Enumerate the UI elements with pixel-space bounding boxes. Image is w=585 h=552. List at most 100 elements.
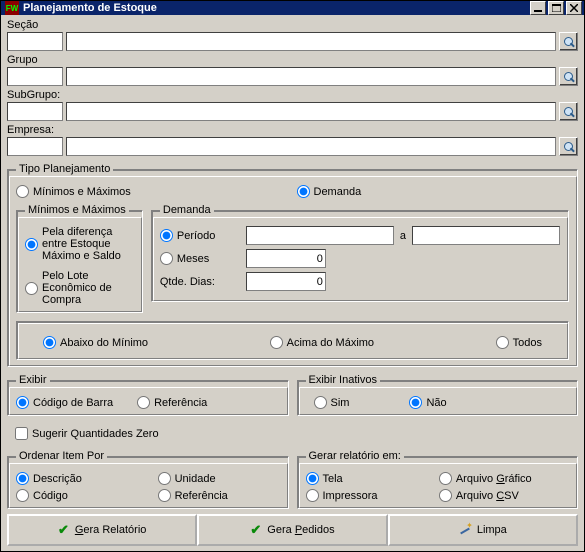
periodo-de-input[interactable] bbox=[246, 226, 394, 245]
radio-label: Arquivo Gráfico bbox=[456, 473, 532, 485]
tipo-planejamento-fieldset: Tipo Planejamento Mínimos e Máximos Dema… bbox=[7, 163, 578, 367]
button-bar: ✔ Gera Relatório ✔ Gera Pedidos Limpa bbox=[7, 514, 578, 546]
limpa-button[interactable]: Limpa bbox=[388, 514, 578, 546]
inativos-legend: Exibir Inativos bbox=[306, 374, 380, 386]
wand-icon bbox=[459, 524, 471, 536]
subgrupo-group: SubGrupo: bbox=[7, 89, 578, 121]
secao-search-button[interactable] bbox=[559, 32, 578, 51]
search-icon bbox=[563, 71, 575, 83]
exibir-legend: Exibir bbox=[16, 374, 50, 386]
minmax-lote-radio[interactable]: Pelo Lote Econômico de Compra bbox=[25, 270, 134, 306]
checkbox-label: Sugerir Quantidades Zero bbox=[32, 428, 159, 440]
secao-desc-input[interactable] bbox=[66, 32, 556, 51]
ordenar-referencia-radio[interactable]: Referência bbox=[158, 489, 280, 502]
ordenar-legend: Ordenar Item Por bbox=[16, 450, 107, 462]
filtro-nivel-fieldset: Abaixo do Mínimo Acima do Máximo Todos bbox=[16, 321, 569, 360]
radio-label: Impressora bbox=[323, 490, 378, 502]
window: FW Planejamento de Estoque Seção Grupo bbox=[0, 0, 585, 552]
radio-label: Sim bbox=[331, 397, 350, 409]
radio-label: Meses bbox=[177, 253, 209, 265]
titlebar: FW Planejamento de Estoque bbox=[1, 1, 584, 15]
grupo-code-input[interactable] bbox=[7, 67, 63, 86]
tipo-legend: Tipo Planejamento bbox=[16, 163, 113, 175]
demanda-fieldset: Demanda Período a Meses bbox=[151, 204, 569, 302]
radio-label: Não bbox=[426, 397, 446, 409]
empresa-label: Empresa: bbox=[7, 124, 578, 136]
grupo-label: Grupo bbox=[7, 54, 578, 66]
demanda-legend: Demanda bbox=[160, 204, 214, 216]
client-area: Seção Grupo SubGrupo: bbox=[1, 15, 584, 552]
radio-label: Arquivo CSV bbox=[456, 490, 519, 502]
acima-maximo-radio[interactable]: Acima do Máximo bbox=[270, 336, 374, 349]
empresa-search-button[interactable] bbox=[559, 137, 578, 156]
ordenar-descricao-radio[interactable]: Descrição bbox=[16, 472, 134, 485]
gerar-relatorio-fieldset: Gerar relatório em: Tela Arquivo Gráfico… bbox=[297, 450, 579, 509]
gera-relatorio-button[interactable]: ✔ Gera Relatório bbox=[7, 514, 197, 546]
minmax-legend: Mínimos e Máximos bbox=[25, 204, 129, 216]
inativos-sim-radio[interactable]: Sim bbox=[314, 396, 350, 409]
secao-group: Seção bbox=[7, 19, 578, 51]
radio-label: Pela diferença entre Estoque Máximo e Sa… bbox=[42, 226, 134, 262]
ordenar-fieldset: Ordenar Item Por Descrição Unidade Códig… bbox=[7, 450, 289, 509]
exibir-referencia-radio[interactable]: Referência bbox=[137, 396, 207, 409]
minimize-button[interactable] bbox=[530, 1, 546, 15]
sugerir-zero-checkbox[interactable]: Sugerir Quantidades Zero bbox=[15, 427, 159, 440]
gerar-grafico-radio[interactable]: Arquivo Gráfico bbox=[439, 472, 569, 485]
radio-label: Unidade bbox=[175, 473, 216, 485]
close-button[interactable] bbox=[566, 1, 582, 15]
app-icon: FW bbox=[5, 1, 19, 15]
secao-label: Seção bbox=[7, 19, 578, 31]
check-icon: ✔ bbox=[58, 522, 69, 538]
check-icon: ✔ bbox=[250, 522, 261, 538]
radio-label: Abaixo do Mínimo bbox=[60, 337, 148, 349]
minmax-fieldset: Mínimos e Máximos Pela diferença entre E… bbox=[16, 204, 143, 313]
meses-input[interactable] bbox=[246, 249, 326, 268]
gera-pedidos-button[interactable]: ✔ Gera Pedidos bbox=[197, 514, 387, 546]
search-icon bbox=[563, 141, 575, 153]
gerar-legend: Gerar relatório em: bbox=[306, 450, 404, 462]
gerar-csv-radio[interactable]: Arquivo CSV bbox=[439, 489, 569, 502]
inativos-nao-radio[interactable]: Não bbox=[409, 396, 446, 409]
exibir-inativos-fieldset: Exibir Inativos Sim Não bbox=[297, 374, 579, 416]
empresa-desc-input[interactable] bbox=[66, 137, 556, 156]
subgrupo-label: SubGrupo: bbox=[7, 89, 578, 101]
radio-label: Descrição bbox=[33, 473, 82, 485]
radio-label: Referência bbox=[175, 490, 228, 502]
radio-label: Código bbox=[33, 490, 68, 502]
minmax-diferenca-radio[interactable]: Pela diferença entre Estoque Máximo e Sa… bbox=[25, 226, 134, 262]
maximize-button[interactable] bbox=[548, 1, 564, 15]
radio-label: Código de Barra bbox=[33, 397, 113, 409]
periodo-ate-input[interactable] bbox=[412, 226, 560, 245]
subgrupo-code-input[interactable] bbox=[7, 102, 63, 121]
grupo-group: Grupo bbox=[7, 54, 578, 86]
radio-label: Mínimos e Máximos bbox=[33, 186, 131, 198]
exibir-codigo-barra-radio[interactable]: Código de Barra bbox=[16, 396, 113, 409]
abaixo-minimo-radio[interactable]: Abaixo do Mínimo bbox=[43, 336, 148, 349]
qtde-dias-input[interactable] bbox=[246, 272, 326, 291]
ordenar-unidade-radio[interactable]: Unidade bbox=[158, 472, 280, 485]
radio-label: Acima do Máximo bbox=[287, 337, 374, 349]
ordenar-codigo-radio[interactable]: Código bbox=[16, 489, 134, 502]
radio-label: Todos bbox=[513, 337, 542, 349]
tipo-demanda-radio[interactable]: Demanda bbox=[297, 185, 570, 198]
gerar-tela-radio[interactable]: Tela bbox=[306, 472, 415, 485]
radio-label: Pelo Lote Econômico de Compra bbox=[42, 270, 134, 306]
empresa-group: Empresa: bbox=[7, 124, 578, 156]
gerar-impressora-radio[interactable]: Impressora bbox=[306, 489, 415, 502]
empresa-code-input[interactable] bbox=[7, 137, 63, 156]
exibir-fieldset: Exibir Código de Barra Referência bbox=[7, 374, 289, 416]
subgrupo-desc-input[interactable] bbox=[66, 102, 556, 121]
demanda-periodo-radio[interactable]: Período bbox=[160, 229, 240, 242]
search-icon bbox=[563, 106, 575, 118]
a-label: a bbox=[400, 230, 406, 242]
radio-label: Demanda bbox=[314, 186, 362, 198]
secao-code-input[interactable] bbox=[7, 32, 63, 51]
demanda-meses-radio[interactable]: Meses bbox=[160, 252, 240, 265]
qtde-dias-label: Qtde. Dias: bbox=[160, 276, 240, 288]
grupo-desc-input[interactable] bbox=[66, 67, 556, 86]
tipo-minmax-radio[interactable]: Mínimos e Máximos bbox=[16, 185, 289, 198]
subgrupo-search-button[interactable] bbox=[559, 102, 578, 121]
todos-radio[interactable]: Todos bbox=[496, 336, 542, 349]
window-title: Planejamento de Estoque bbox=[23, 2, 528, 14]
grupo-search-button[interactable] bbox=[559, 67, 578, 86]
